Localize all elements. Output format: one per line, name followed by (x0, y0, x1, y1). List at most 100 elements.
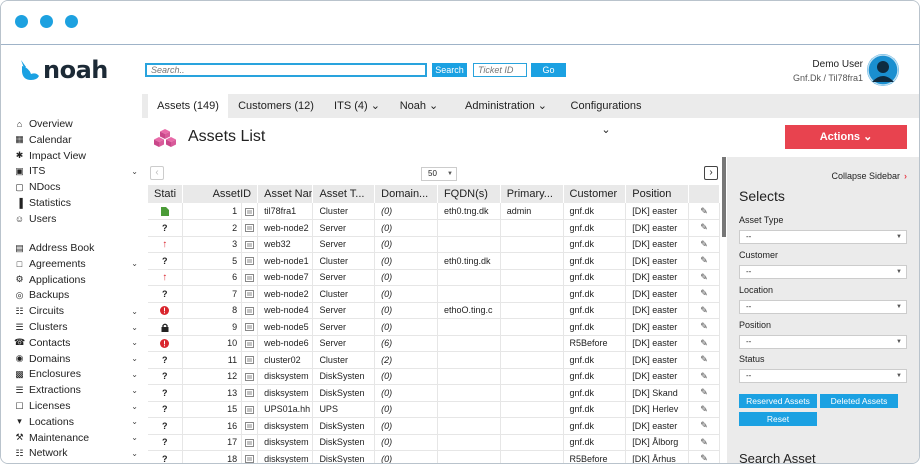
chevron-down-icon[interactable]: ⌄ (131, 417, 138, 426)
sidebar-item-applications[interactable]: ⚙ Applications (14, 274, 138, 286)
chevron-down-icon[interactable]: ⌄ (131, 449, 138, 458)
table-row[interactable]: ? 17 disksystem DiskSysten (0) gnf.dk [DK] Ålb… (148, 434, 720, 451)
search-input[interactable] (145, 63, 427, 77)
column-header-customer[interactable]: Customer (563, 185, 627, 203)
table-row[interactable]: 10 web-node6 Server (6) R5Before [DK] easter ✎ (148, 335, 720, 352)
collapse-sidebar-link[interactable]: Collapse Sidebar › (831, 171, 907, 181)
tab-configurations[interactable]: Configurations ⌄ (566, 94, 646, 136)
chevron-down-icon[interactable]: ⌄ (131, 433, 138, 442)
edit-pencil-icon[interactable]: ✎ (700, 305, 708, 315)
table-row[interactable]: ? 12 disksystem DiskSysten (0) gnf.dk [DK] eas… (148, 368, 720, 385)
search-button[interactable]: Search (432, 63, 467, 77)
edit-pencil-icon[interactable]: ✎ (700, 338, 708, 348)
ticket-id-input[interactable] (473, 63, 527, 77)
window-dot-minimize[interactable] (40, 15, 53, 28)
table-row[interactable]: ? 13 disksystem DiskSysten (0) gnf.dk [DK] Ska… (148, 384, 720, 402)
sidebar-item-locations[interactable]: ▾ Locations ⌄ (14, 416, 138, 428)
edit-pencil-icon[interactable]: ✎ (700, 404, 708, 414)
edit-pencil-icon[interactable]: ✎ (700, 371, 708, 381)
reserved-assets-button[interactable]: Reserved Assets (739, 394, 817, 408)
sidebar-item-ndocs[interactable]: ▢ NDocs (14, 181, 138, 193)
customer-select[interactable]: -- ▼ (739, 265, 907, 279)
edit-pencil-icon[interactable]: ✎ (700, 206, 708, 216)
actions-button[interactable]: Actions ⌄ (785, 125, 907, 149)
window-dot-close[interactable] (15, 15, 28, 28)
edit-pencil-icon[interactable]: ✎ (700, 288, 708, 298)
column-header-domain[interactable]: Domain... (374, 185, 438, 203)
copy-icon[interactable] (245, 256, 255, 266)
asset-type-select[interactable]: -- ▼ (739, 230, 907, 244)
edit-pencil-icon[interactable]: ✎ (700, 321, 708, 331)
column-header-fqdn[interactable]: FQDN(s) (437, 185, 501, 203)
chevron-down-icon[interactable]: ⌄ (131, 338, 138, 347)
user-info[interactable]: Demo User Gnf.Dk / Til78fra1 (793, 59, 863, 83)
sidebar-item-calendar[interactable]: ▦ Calendar (14, 134, 138, 146)
chevron-down-icon[interactable]: ⌄ (131, 402, 138, 411)
column-header-position[interactable]: Position (625, 185, 690, 203)
sidebar-item-circuits[interactable]: ☷ Circuits ⌄ (14, 305, 138, 317)
sidebar-item-domains[interactable]: ◉ Domains ⌄ (14, 353, 138, 365)
copy-icon[interactable] (245, 404, 255, 414)
edit-pencil-icon[interactable]: ✎ (700, 354, 708, 364)
sidebar-item-contacts[interactable]: ☎ Contacts ⌄ (14, 337, 138, 349)
column-header-status[interactable]: Stati (148, 185, 183, 203)
copy-icon[interactable] (245, 371, 255, 381)
tab-administration[interactable]: Administration ⌄ (458, 94, 554, 118)
noah-logo[interactable]: noah (19, 56, 108, 84)
table-row[interactable]: ? 16 disksystem DiskSysten (0) gnf.dk [DK] eas… (148, 417, 720, 435)
table-row[interactable]: ↑ 3 web32 Server (0) gnf.dk [DK] easter ✎ (148, 236, 720, 253)
chevron-down-icon[interactable]: ⌄ (131, 307, 138, 316)
copy-icon[interactable] (245, 322, 255, 332)
page-size-select[interactable]: 50 ▼ (421, 167, 457, 181)
copy-icon[interactable] (245, 305, 255, 315)
chevron-down-icon[interactable]: ⌄ (131, 323, 138, 332)
column-header-asset-type[interactable]: Asset T... (312, 185, 376, 203)
sidebar-item-network[interactable]: ☷ Network ⌄ (14, 447, 138, 459)
sidebar-item-clusters[interactable]: ☰ Clusters ⌄ (14, 321, 138, 333)
status-select[interactable]: -- ▼ (739, 369, 907, 383)
tab-assets[interactable]: Assets (149) (148, 94, 228, 118)
sidebar-item-backups[interactable]: ◎ Backups (14, 289, 138, 301)
edit-pencil-icon[interactable]: ✎ (700, 255, 708, 265)
edit-pencil-icon[interactable]: ✎ (700, 453, 708, 463)
sidebar-item-enclosures[interactable]: ▩ Enclosures ⌄ (14, 368, 138, 380)
table-row[interactable]: ? 7 web-node2 Cluster (0) gnf.dk [DK] easter ✎ (148, 285, 720, 303)
tab-its[interactable]: ITS (4) ⌄ (326, 94, 388, 118)
edit-pencil-icon[interactable]: ✎ (700, 239, 708, 249)
table-row[interactable]: ? 18 disksystem DiskSysten (0) R5Before [DK] Å… (148, 450, 720, 463)
sidebar-item-overview[interactable]: ⌂ Overview (14, 118, 138, 130)
prev-page-button[interactable]: ‹ (150, 166, 164, 180)
tab-noah[interactable]: Noah ⌄ (394, 94, 444, 118)
reset-button[interactable]: Reset (739, 412, 817, 426)
next-page-button[interactable]: › (704, 166, 718, 180)
copy-icon[interactable] (245, 454, 255, 463)
sidebar-item-maintenance[interactable]: ⚒ Maintenance ⌄ (14, 432, 138, 444)
chevron-down-icon[interactable]: ⌄ (131, 259, 138, 268)
copy-icon[interactable] (245, 223, 255, 233)
sidebar-item-statistics[interactable]: ▐ Statistics (14, 197, 138, 209)
table-row[interactable]: ? 5 web-node1 Cluster (0) eth0.ting.dk gnf.dk[… (148, 252, 720, 270)
chevron-down-icon[interactable]: ⌄ (131, 354, 138, 363)
table-row[interactable]: ↑ 6 web-node7 Server (0) gnf.dk [DK] easter ✎ (148, 269, 720, 286)
location-select[interactable]: -- ▼ (739, 300, 907, 314)
sidebar-item-address-book[interactable]: ▤ Address Book (14, 242, 138, 254)
copy-icon[interactable] (245, 421, 255, 431)
position-select[interactable]: -- ▼ (739, 335, 907, 349)
table-row[interactable]: ? 11 cluster02 Cluster (2) gnf.dk [DK] easter ✎ (148, 351, 720, 369)
chevron-down-icon[interactable]: ⌄ (131, 386, 138, 395)
sidebar-item-extractions[interactable]: ☰ Extractions ⌄ (14, 384, 138, 396)
copy-icon[interactable] (245, 206, 255, 216)
copy-icon[interactable] (245, 272, 255, 282)
deleted-assets-button[interactable]: Deleted Assets (820, 394, 898, 408)
table-scrollbar[interactable] (722, 157, 726, 237)
table-row[interactable]: 9 web-node5 Server (0) gnf.dk [DK] easter ✎ (148, 318, 720, 336)
edit-pencil-icon[interactable]: ✎ (700, 420, 708, 430)
sidebar-item-users[interactable]: ☺ Users (14, 213, 138, 225)
table-row[interactable]: 1 til78fra1 Cluster (0) eth0.tng.dk admin gnf.… (148, 203, 720, 220)
column-header-asset-name[interactable]: Asset Nam (257, 185, 314, 203)
table-row[interactable]: ? 2 web-node2 Server (0) gnf.dk [DK] easter ✎ (148, 219, 720, 237)
edit-pencil-icon[interactable]: ✎ (700, 272, 708, 282)
sidebar-item-impact-view[interactable]: ✱ Impact View (14, 150, 138, 162)
edit-pencil-icon[interactable]: ✎ (700, 222, 708, 232)
edit-pencil-icon[interactable]: ✎ (700, 437, 708, 447)
